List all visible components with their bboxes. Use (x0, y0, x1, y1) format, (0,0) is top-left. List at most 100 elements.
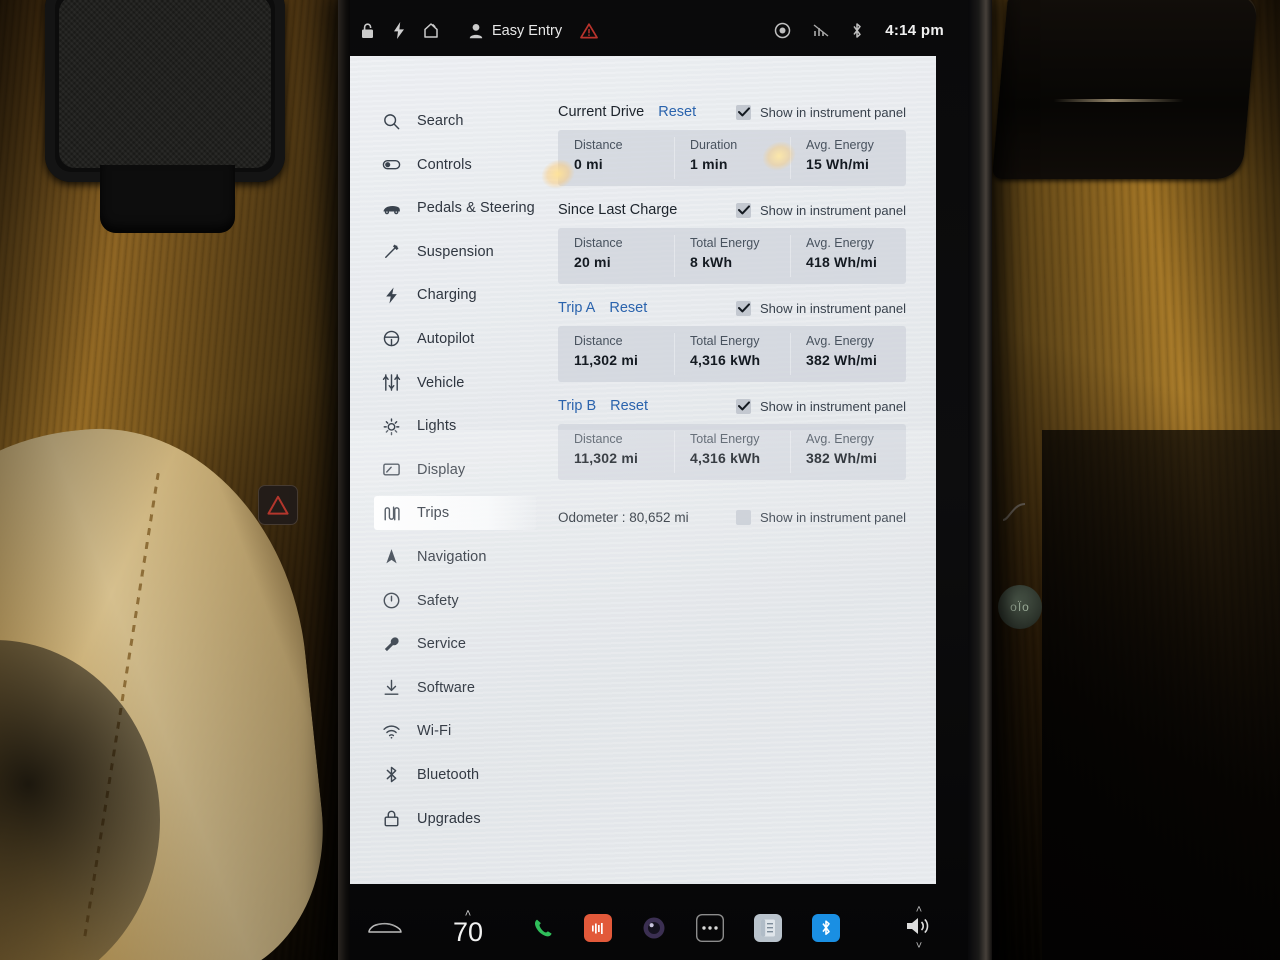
stat-value: 11,302 mi (574, 450, 639, 466)
steering-icon (382, 329, 401, 348)
stat-value: 11,302 mi (574, 352, 639, 368)
stat-cell: Duration 1 min (674, 130, 790, 186)
sidebar-item-label: Search (417, 113, 464, 129)
sidebar-item-lights[interactable]: Lights (374, 409, 536, 443)
sidebar-item-label: Service (417, 636, 467, 653)
calendar-icon[interactable] (754, 914, 782, 942)
bluetooth-icon[interactable] (851, 22, 863, 39)
stat-label: Avg. Energy (806, 334, 874, 348)
section-title[interactable]: Trip A (558, 300, 595, 316)
checkbox-checked[interactable] (736, 300, 752, 316)
checkbox-unchecked[interactable] (736, 509, 752, 525)
bezel-right-edge (968, 0, 992, 960)
bottom-app-bar: ˄ 70 ˄ ˅ (350, 896, 960, 960)
sidebar-item-bluetooth[interactable]: Bluetooth (374, 758, 536, 792)
stat-label: Total Energy (690, 334, 760, 348)
lock-icon[interactable] (360, 22, 375, 39)
sidebar-item-vehicle[interactable]: Vehicle (374, 366, 536, 400)
toggle-icon (382, 155, 401, 174)
settings-sidebar[interactable]: Search Controls Pedals & Steering Suspensio… (350, 56, 542, 884)
bolt-icon[interactable] (393, 22, 405, 39)
volume-control[interactable]: ˄ ˅ (892, 904, 946, 951)
target-icon[interactable] (774, 22, 791, 39)
sidebar-item-charging[interactable]: Charging (374, 278, 536, 312)
stat-value: 1 min (690, 156, 728, 172)
clock-time: 4:14 pm (885, 22, 944, 39)
status-bar-left: Easy Entry (350, 22, 598, 39)
trips-icon (382, 504, 401, 523)
sidebar-item-trips[interactable]: Trips (374, 496, 536, 531)
sidebar-item-navigation[interactable]: Navigation (374, 540, 536, 574)
sidebar-item-search[interactable]: Search (374, 104, 536, 138)
car-icon[interactable] (364, 919, 406, 937)
stat-cell: Avg. Energy 382 Wh/mi (790, 424, 906, 480)
camera-icon[interactable] (642, 916, 666, 940)
sidebar-item-autopilot[interactable]: Autopilot (374, 322, 536, 356)
stat-label: Avg. Energy (806, 236, 874, 250)
show-in-instrument-panel-toggle[interactable]: Show in instrument panel (736, 104, 906, 120)
sidebar-item-display[interactable]: Display (374, 453, 536, 487)
steering-wheel-button[interactable] (996, 495, 1032, 527)
sidebar-item-upgrades[interactable]: Upgrades (374, 802, 536, 836)
section-header: Trip A Reset Show in instrument panel (558, 296, 906, 320)
checkbox-checked[interactable] (736, 104, 752, 120)
stat-label: Total Energy (690, 432, 760, 446)
show-in-instrument-panel-toggle[interactable]: Show in instrument panel (736, 202, 906, 218)
stat-value: 8 kWh (690, 254, 733, 270)
phone-icon[interactable] (532, 917, 554, 939)
show-in-instrument-panel-toggle[interactable]: Show in instrument panel (736, 398, 906, 414)
checkbox-checked[interactable] (736, 398, 752, 414)
chevron-up-icon[interactable]: ˄ (916, 904, 922, 915)
checkbox-checked[interactable] (736, 202, 752, 218)
checkbox-label: Show in instrument panel (760, 300, 906, 316)
stat-label: Distance (574, 236, 623, 250)
sidebar-item-pedals-steering[interactable]: Pedals & Steering (374, 191, 536, 225)
reset-trip-b-button[interactable]: Reset (610, 398, 648, 414)
scroll-wheel-icon (1002, 503, 1026, 521)
hazard-lights-button[interactable] (258, 485, 298, 525)
driver-profile[interactable]: Easy Entry (469, 23, 562, 39)
check-icon (737, 303, 750, 313)
sliders-icon (382, 373, 401, 392)
checkbox-label: Show in instrument panel (760, 104, 906, 120)
volume-icon[interactable] (905, 915, 933, 942)
chevron-down-icon[interactable]: ˅ (916, 940, 922, 951)
temperature-control[interactable]: ˄ 70 (440, 909, 496, 947)
stat-value: 20 mi (574, 254, 611, 270)
stat-value: 4,316 kWh (690, 352, 761, 368)
stat-label: Distance (574, 138, 623, 152)
stats-card: Distance 0 mi Duration 1 min Avg. Energy 15 W… (558, 130, 906, 186)
signal-muted-icon[interactable] (813, 23, 829, 38)
sidebar-item-suspension[interactable]: Suspension (374, 235, 536, 269)
sidebar-item-label: Lights (417, 418, 457, 435)
status-bar: Easy Entry 4:14 pm (350, 8, 960, 53)
reset-trip-a-button[interactable]: Reset (609, 300, 647, 316)
media-icon[interactable] (584, 914, 612, 942)
search-icon (382, 112, 401, 131)
section-since-last-charge: Since Last Charge Show in instrument pane… (558, 198, 906, 284)
warning-triangle-icon[interactable] (580, 22, 598, 39)
sidebar-item-label: Suspension (417, 243, 494, 260)
sidebar-item-label: Safety (417, 592, 459, 609)
odometer-show-in-instrument-panel[interactable]: Show in instrument panel (736, 509, 906, 525)
suspension-icon (382, 242, 401, 261)
settings-panel: Search Controls Pedals & Steering Suspensio… (350, 56, 936, 884)
stat-cell: Avg. Energy 418 Wh/mi (790, 228, 906, 284)
air-vent (991, 0, 1259, 179)
home-icon[interactable] (423, 22, 439, 39)
show-in-instrument-panel-toggle[interactable]: Show in instrument panel (736, 300, 906, 316)
bluetooth-icon[interactable] (812, 914, 840, 942)
section-title[interactable]: Trip B (558, 398, 596, 414)
wrench-icon (382, 635, 401, 654)
sidebar-item-label: Display (417, 461, 466, 478)
navigation-icon (382, 547, 401, 566)
section-header: Trip B Reset Show in instrument panel (558, 394, 906, 418)
sidebar-item-wi-fi[interactable]: Wi-Fi (374, 714, 536, 748)
sidebar-item-controls[interactable]: Controls (374, 148, 536, 182)
sidebar-item-service[interactable]: Service (374, 627, 536, 661)
dots-icon[interactable] (696, 914, 724, 942)
sidebar-item-safety[interactable]: Safety (374, 584, 536, 618)
reset-current-drive-button[interactable]: Reset (658, 104, 696, 120)
warning-triangle-icon (267, 495, 289, 515)
sidebar-item-software[interactable]: Software (374, 671, 536, 705)
